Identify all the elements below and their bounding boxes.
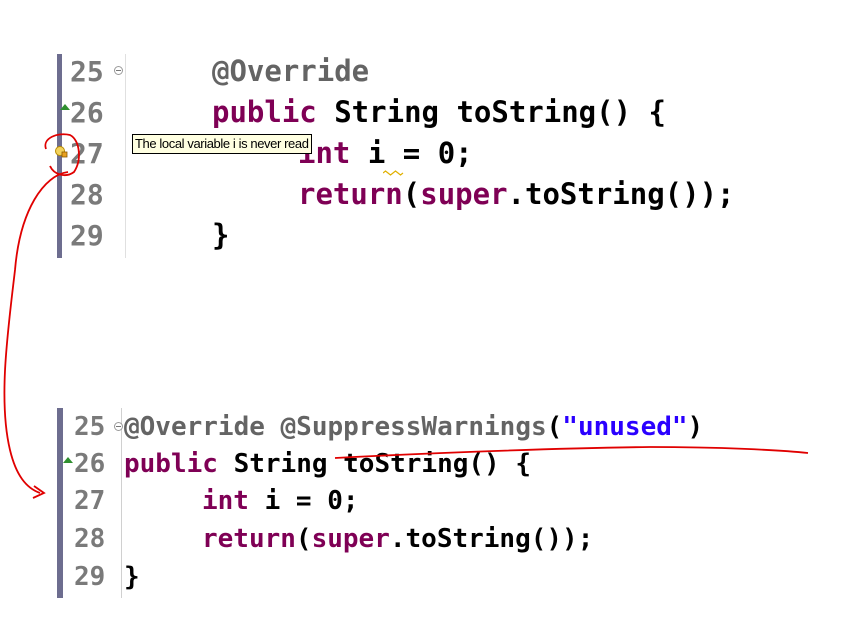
code-token: ( xyxy=(295,524,312,554)
code-line: public String toString() { xyxy=(124,449,531,479)
code-token: String toString() { xyxy=(217,449,531,479)
code-token: ) xyxy=(687,412,704,442)
override-marker-icon[interactable] xyxy=(63,457,73,463)
code-line: } xyxy=(212,218,229,252)
warning-squiggle xyxy=(383,170,404,176)
code-token: .toString()); xyxy=(389,524,594,554)
code-token: "unused" xyxy=(562,412,688,442)
line-number: 29 xyxy=(70,219,104,252)
code-line: int i = 0; xyxy=(202,486,359,516)
code-token: int xyxy=(202,486,249,516)
line-number: 28 xyxy=(70,178,104,211)
code-line: public String toString() { xyxy=(212,95,666,129)
line-number: 25 xyxy=(74,412,106,442)
line-number: 26 xyxy=(70,96,104,129)
editor-before: 25 26 27 28 29 @Override public String t… xyxy=(0,0,848,300)
line-number: 29 xyxy=(74,562,106,592)
code-token: i = 0; xyxy=(248,486,359,516)
code-line: @Override @SuppressWarnings("unused") xyxy=(124,412,703,442)
code-token: return xyxy=(298,177,403,211)
warning-tooltip: The local variable i is never read xyxy=(132,134,312,154)
fold-collapse-icon[interactable] xyxy=(114,66,123,75)
code-line: int i = 0; xyxy=(298,136,473,170)
code-token: return xyxy=(202,524,296,554)
code-token: public xyxy=(124,449,218,479)
code-token: String toString() { xyxy=(316,95,666,129)
code-token: super xyxy=(311,524,390,554)
line-number: 28 xyxy=(74,524,106,554)
line-number: 27 xyxy=(70,137,104,170)
fold-collapse-icon[interactable] xyxy=(114,422,123,431)
code-token: @Override xyxy=(212,54,370,88)
code-token: } xyxy=(124,562,140,592)
line-number: 25 xyxy=(70,55,104,88)
line-number: 27 xyxy=(74,486,106,516)
code-token: i = 0; xyxy=(350,136,473,170)
code-token: public xyxy=(212,95,317,129)
code-line: return(super.toString()); xyxy=(202,524,593,554)
line-number: 26 xyxy=(74,449,106,479)
code-line: @Override xyxy=(212,54,369,88)
warning-quick-fix-icon[interactable] xyxy=(55,145,68,158)
code-token: super xyxy=(420,177,508,211)
code-token: @Override @SuppressWarnings xyxy=(124,412,547,442)
override-marker-icon[interactable] xyxy=(60,104,70,110)
code-token: .toString()); xyxy=(507,177,735,211)
editor-after: 25 26 27 28 29 @Override @SuppressWarnin… xyxy=(0,400,848,631)
code-token: } xyxy=(212,218,230,252)
code-line: return(super.toString()); xyxy=(298,177,735,211)
code-token: ( xyxy=(402,177,421,211)
code-line: } xyxy=(124,562,140,592)
code-token: ( xyxy=(546,412,563,442)
